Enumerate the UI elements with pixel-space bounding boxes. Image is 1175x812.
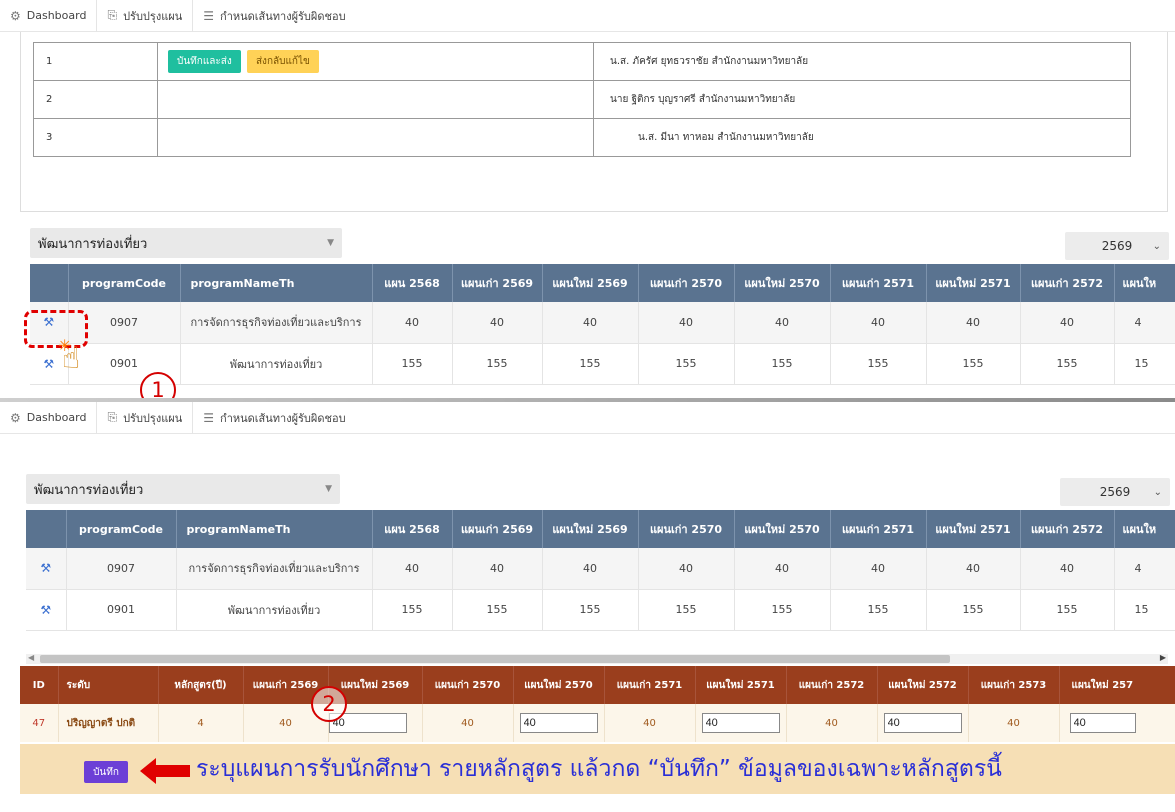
year-select[interactable]: 2569 ⌄ bbox=[1065, 232, 1169, 260]
plan-new-2570-input[interactable] bbox=[519, 713, 598, 733]
column-header: ID bbox=[20, 666, 59, 704]
save-and-send-button[interactable]: บันทึกและส่ง bbox=[168, 50, 241, 73]
approver-row: 1 บันทึกและส่ง ส่งกลับแก้ไข น.ส. ภัครัศ … bbox=[33, 42, 1131, 81]
approver-no: 3 bbox=[33, 118, 158, 157]
column-header: แผนเก่า 2569 bbox=[452, 264, 543, 302]
red-arrow-icon bbox=[140, 758, 190, 784]
faculty-select[interactable]: พัฒนาการท่องเที่ยว ▼ bbox=[30, 228, 342, 258]
nav-dashboard[interactable]: ⚙ Dashboard bbox=[0, 0, 98, 32]
approver-actions: บันทึกและส่ง ส่งกลับแก้ไข bbox=[157, 42, 594, 81]
scroll-right-arrow-icon[interactable]: ▶ bbox=[1160, 653, 1166, 662]
top-nav-bar: ⚙ Dashboard ⎘ ปรับปรุงแผน ☰ กำหนดเส้นทางผู้… bbox=[0, 402, 1175, 434]
chevron-down-icon: ⌄ bbox=[1153, 486, 1162, 498]
column-header: แผนเก่า 2570 bbox=[638, 264, 735, 302]
step-1-marker: 1 bbox=[140, 372, 176, 400]
bottom-screenshot-panel: ⚙ Dashboard ⎘ ปรับปรุงแผน ☰ กำหนดเส้นทางผู้… bbox=[0, 402, 1175, 812]
list-icon: ☰ bbox=[203, 410, 215, 425]
table-row: ⚒ 0907 การจัดการธุรกิจท่องเที่ยวและบริกา… bbox=[26, 548, 1175, 590]
approver-card: 1 บันทึกและส่ง ส่งกลับแก้ไข น.ส. ภัครัศ … bbox=[20, 32, 1168, 212]
column-header: แผนใหม่ 2572 bbox=[877, 666, 969, 704]
scroll-left-arrow-icon[interactable]: ◀ bbox=[28, 653, 34, 662]
approver-table: 1 บันทึกและส่ง ส่งกลับแก้ไข น.ส. ภัครัศ … bbox=[33, 42, 1131, 157]
year-select[interactable]: 2569 ⌄ bbox=[1060, 478, 1170, 506]
settings-icon: ⚙ bbox=[10, 410, 21, 425]
column-header: แผนเก่า 2569 bbox=[452, 510, 543, 548]
top-nav-bar: ⚙ Dashboard ⎘ ปรับปรุงแผน ☰ กำหนดเส้นทางผู้… bbox=[0, 0, 1175, 32]
plan-new-2572-input[interactable] bbox=[883, 713, 962, 733]
list-icon: ☰ bbox=[203, 8, 215, 23]
column-header: แผนใหม่ 2570 bbox=[513, 666, 605, 704]
column-header: แผนเก่า 2572 bbox=[1020, 264, 1115, 302]
faculty-select[interactable]: พัฒนาการท่องเที่ยว ▼ bbox=[26, 474, 340, 504]
edit-wrench-icon[interactable]: ⚒ bbox=[26, 548, 67, 590]
column-header: แผนเก่า 2571 bbox=[604, 666, 696, 704]
horizontal-scrollbar[interactable]: ◀ ▶ bbox=[26, 653, 1168, 664]
column-header: programNameTh bbox=[176, 510, 373, 548]
column-header: แผนเก่า 2570 bbox=[422, 666, 514, 704]
table-row: ⚒ 0907 การจัดการธุรกิจท่องเที่ยวและบริกา… bbox=[30, 302, 1175, 344]
column-header: แผนเก่า 2570 bbox=[638, 510, 735, 548]
settings-icon: ⚙ bbox=[10, 8, 21, 23]
column-header: programNameTh bbox=[180, 264, 373, 302]
approver-no: 1 bbox=[33, 42, 158, 81]
column-header: ระดับ bbox=[58, 666, 159, 704]
return-for-edit-button[interactable]: ส่งกลับแก้ไข bbox=[246, 50, 319, 73]
approver-name: น.ส. ภัครัศ ยุทธวราชัย สำนักงานมหาวิทยาล… bbox=[593, 42, 1131, 81]
column-header: programCode bbox=[68, 264, 181, 302]
column-header: แผนใหม่ 2571 bbox=[926, 510, 1021, 548]
nav-route-config[interactable]: ☰ กำหนดเส้นทางผู้รับผิดชอบ bbox=[193, 0, 355, 32]
edit-wrench-icon[interactable]: ⚒ bbox=[26, 589, 67, 631]
detail-table-header: ID ระดับ หลักสูตร(ปี) แผนเก่า 2569 แผนให… bbox=[20, 666, 1175, 704]
chevron-down-icon: ▼ bbox=[327, 238, 334, 248]
column-header: แผนให bbox=[1114, 510, 1175, 548]
nav-plan-adjust[interactable]: ⎘ ปรับปรุงแผน bbox=[97, 0, 194, 32]
plan-new-2571-input[interactable] bbox=[701, 713, 780, 733]
nav-dashboard[interactable]: ⚙ Dashboard bbox=[0, 402, 98, 434]
column-header: แผนใหม่ 2570 bbox=[734, 264, 831, 302]
program-table: programCode programNameTh แผน 2568 แผนเก… bbox=[30, 264, 1175, 385]
approver-row: 2 นาย ฐิติกร บุญราศรี สำนักงานมหาวิทยาลั… bbox=[33, 80, 1131, 119]
pointer-hand-icon: ☝ bbox=[62, 341, 81, 376]
column-header: แผนเก่า 2572 bbox=[1020, 510, 1115, 548]
column-header: แผนใหม่ 257 bbox=[1059, 666, 1175, 704]
column-header: แผน 2568 bbox=[372, 264, 453, 302]
chevron-down-icon: ⌄ bbox=[1152, 240, 1161, 252]
top-screenshot-panel: ⚙ Dashboard ⎘ ปรับปรุงแผน ☰ กำหนดเส้นทางผู้… bbox=[0, 0, 1175, 400]
save-button[interactable]: บันทึก bbox=[84, 761, 128, 783]
program-table-header: programCode programNameTh แผน 2568 แผนเก… bbox=[26, 510, 1175, 548]
column-header: แผนเก่า 2573 bbox=[968, 666, 1060, 704]
plan-new-2573-input[interactable] bbox=[1069, 713, 1136, 733]
approver-name: นาย ฐิติกร บุญราศรี สำนักงานมหาวิทยาลัย bbox=[593, 80, 1131, 119]
detail-table: ID ระดับ หลักสูตร(ปี) แผนเก่า 2569 แผนให… bbox=[20, 666, 1175, 742]
column-header: หลักสูตร(ปี) bbox=[158, 666, 244, 704]
approver-row: 3 น.ส. มีนา ทาหอม สำนักงานมหาวิทยาลัย bbox=[33, 118, 1131, 157]
column-header: แผนเก่า 2572 bbox=[786, 666, 878, 704]
column-header: แผนใหม่ 2570 bbox=[734, 510, 831, 548]
program-table: programCode programNameTh แผน 2568 แผนเก… bbox=[26, 510, 1175, 631]
table-row: ⚒ 0901 พัฒนาการท่องเที่ยว 155 155 155 15… bbox=[30, 343, 1175, 385]
column-header: แผนเก่า 2571 bbox=[830, 510, 927, 548]
column-header: แผนใหม่ 2569 bbox=[542, 510, 639, 548]
document-icon: ⎘ bbox=[107, 410, 118, 424]
approver-name: น.ส. มีนา ทาหอม สำนักงานมหาวิทยาลัย bbox=[593, 118, 1131, 157]
table-row: ⚒ 0901 พัฒนาการท่องเที่ยว 155 155 155 15… bbox=[26, 589, 1175, 631]
column-header: แผนให bbox=[1114, 264, 1175, 302]
approver-no: 2 bbox=[33, 80, 158, 119]
program-table-header: programCode programNameTh แผน 2568 แผนเก… bbox=[30, 264, 1175, 302]
column-header: แผน 2568 bbox=[372, 510, 453, 548]
column-header: แผนใหม่ 2571 bbox=[926, 264, 1021, 302]
nav-route-config[interactable]: ☰ กำหนดเส้นทางผู้รับผิดชอบ bbox=[193, 402, 355, 434]
column-header: แผนใหม่ 2571 bbox=[695, 666, 787, 704]
document-icon: ⎘ bbox=[107, 8, 118, 22]
detail-row: 47 ปริญญาตรี ปกติ 4 40 40 40 40 40 bbox=[20, 704, 1175, 742]
column-header: แผนเก่า 2571 bbox=[830, 264, 927, 302]
column-header: แผนใหม่ 2569 bbox=[542, 264, 639, 302]
nav-plan-adjust[interactable]: ⎘ ปรับปรุงแผน bbox=[97, 402, 194, 434]
chevron-down-icon: ▼ bbox=[325, 484, 332, 494]
step-2-marker: 2 bbox=[311, 686, 347, 722]
scrollbar-thumb[interactable] bbox=[40, 655, 950, 663]
instruction-text: ระบุแผนการรับนักศึกษา รายหลักสูตร แล้วกด… bbox=[196, 756, 1002, 782]
column-header: programCode bbox=[66, 510, 177, 548]
